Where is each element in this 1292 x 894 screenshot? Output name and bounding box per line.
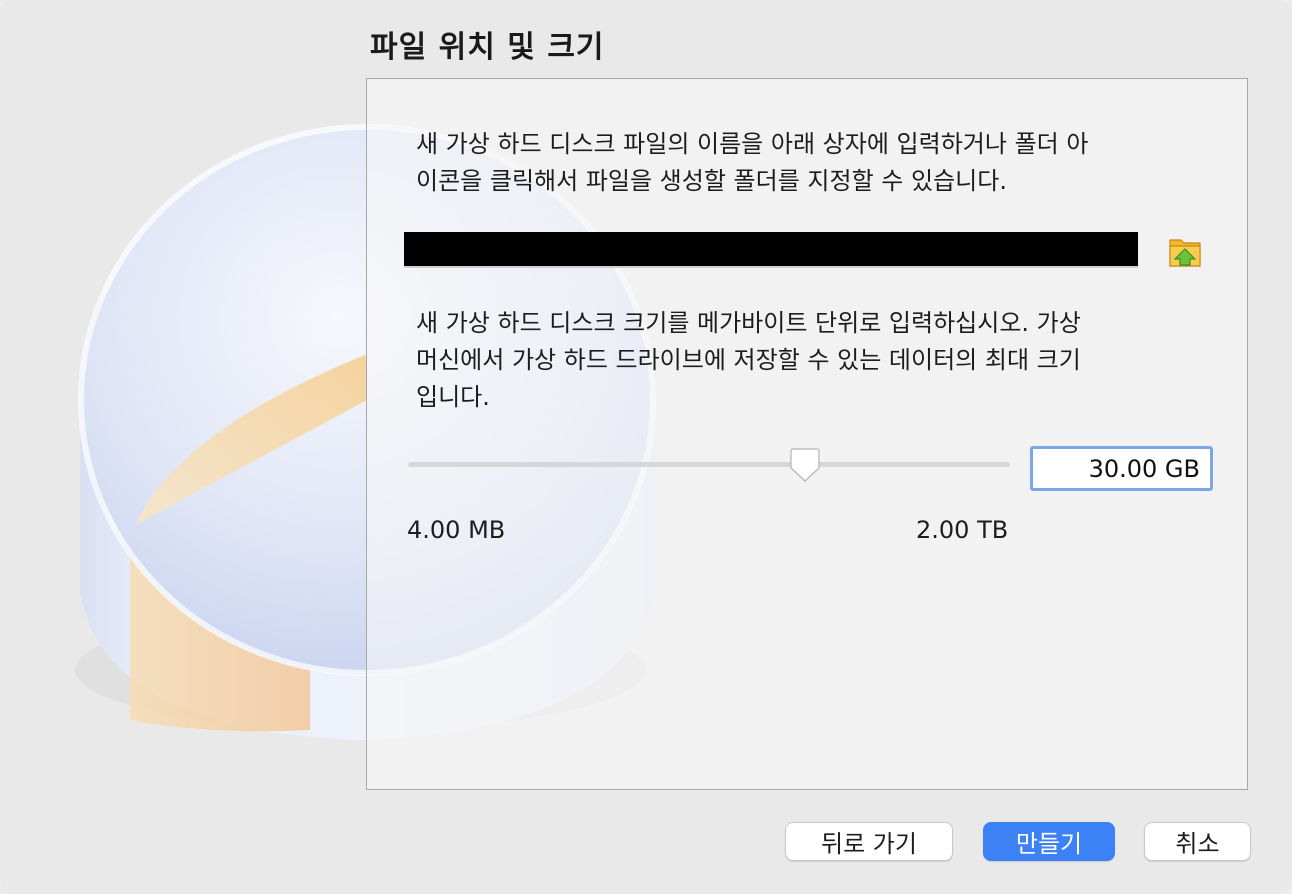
- size-input[interactable]: [1030, 446, 1213, 491]
- dialog-window: 파일 위치 및 크기 새 가상 하드 디스크 파일의 이름을 아래 상자에 입력…: [0, 0, 1292, 894]
- folder-select-button[interactable]: [1166, 234, 1204, 270]
- slider-thumb[interactable]: [788, 448, 822, 484]
- size-max-label: 2.00 TB: [916, 516, 1009, 544]
- location-description: 새 가상 하드 디스크 파일의 이름을 아래 상자에 입력하거나 폴더 아 이콘…: [416, 130, 1089, 195]
- folder-up-icon: [1169, 239, 1201, 267]
- size-min-label: 4.00 MB: [407, 516, 506, 544]
- slider-track: [408, 462, 1010, 467]
- create-button[interactable]: 만들기: [983, 822, 1115, 861]
- file-path-input[interactable]: [404, 232, 1138, 268]
- size-description: 새 가상 하드 디스크 크기를 메가바이트 단위로 입력하십시오. 가상 머신에…: [416, 309, 1081, 411]
- size-slider[interactable]: [408, 448, 1010, 484]
- back-button[interactable]: 뒤로 가기: [785, 822, 953, 861]
- cancel-button[interactable]: 취소: [1144, 822, 1251, 861]
- page-title: 파일 위치 및 크기: [370, 30, 605, 65]
